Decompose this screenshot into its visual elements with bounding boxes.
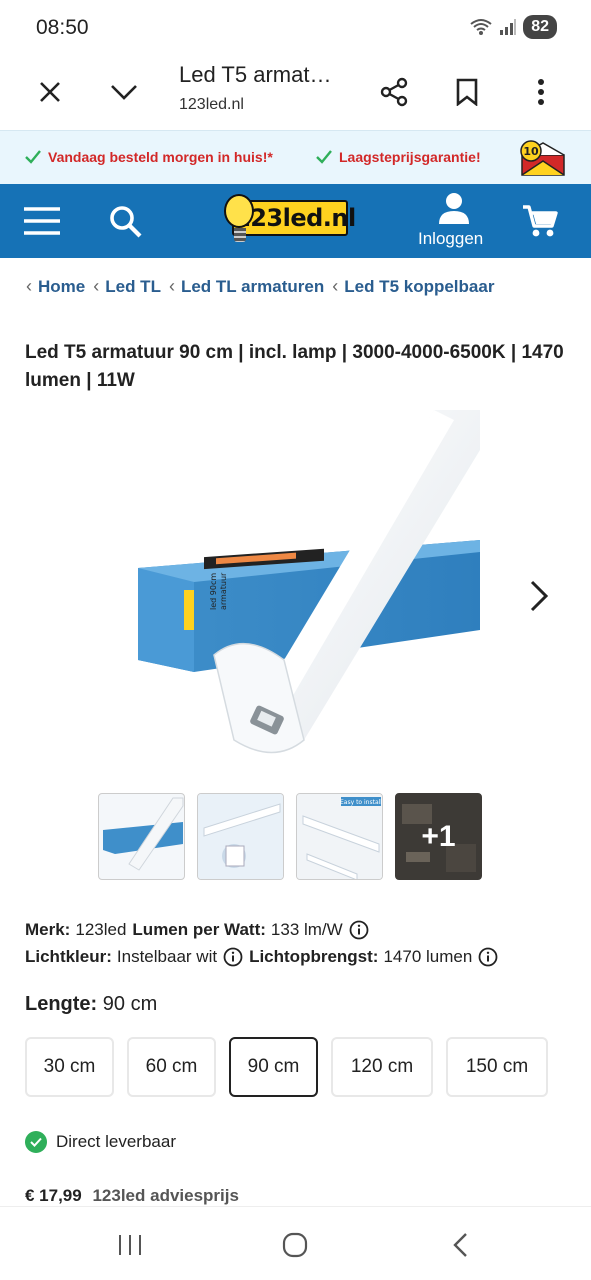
product-specs: Merk: 123led Lumen per Watt: 133 lm/W Li… <box>25 916 504 970</box>
chevron-left-icon: ‹ <box>93 276 100 296</box>
page-title: Led T5 armat… <box>179 62 332 87</box>
checkmark-icon <box>25 150 41 164</box>
chevron-left-icon: ‹ <box>332 276 339 296</box>
thumbnail-3[interactable]: Easy to install <box>296 793 383 880</box>
status-bar: 08:50 82 <box>0 0 591 56</box>
site-header: 123led.nl Inloggen <box>0 184 591 258</box>
login-link[interactable]: Inloggen <box>418 229 483 249</box>
spec-lpw-label: Lumen per Watt: <box>132 920 266 939</box>
user-icon[interactable] <box>436 190 472 226</box>
breadcrumb: ‹ Home ‹ Led TL ‹ Led TL armaturen ‹ Led T5 … <box>26 276 502 297</box>
system-navigation-bar <box>0 1206 591 1280</box>
spec-kleur-label: Lichtkleur: <box>25 947 112 966</box>
availability-status: Direct leverbaar <box>25 1131 176 1153</box>
price-line: € 17,99 123led adviesprijs <box>25 1186 239 1206</box>
product-title: Led T5 armatuur 90 cm | incl. lamp | 300… <box>25 342 564 391</box>
close-icon[interactable] <box>26 68 74 116</box>
status-icons: 82 <box>469 15 557 39</box>
promo-delivery-text: Vandaag besteld morgen in huis!* <box>48 149 273 165</box>
spec-opbrengst-label: Lichtopbrengst: <box>249 947 379 966</box>
length-label-text: Lengte: <box>25 993 98 1015</box>
status-time: 08:50 <box>36 16 89 39</box>
recent-apps-icon[interactable] <box>110 1227 150 1263</box>
breadcrumb-led-tl-armaturen[interactable]: ‹ Led TL armaturen <box>169 276 324 297</box>
chevron-left-icon: ‹ <box>168 276 175 296</box>
search-icon[interactable] <box>106 202 146 242</box>
rating-badge-number: 10 <box>523 145 539 158</box>
info-icon[interactable] <box>349 920 369 940</box>
thumbnail-image <box>198 794 283 879</box>
product-image[interactable]: led 90cm armatuur <box>134 410 480 780</box>
breadcrumb-home[interactable]: ‹ Home <box>26 276 85 297</box>
site-logo[interactable]: 123led.nl <box>224 194 356 256</box>
length-option-30cm[interactable]: 30 cm <box>25 1037 114 1097</box>
price-amount: € 17,99 <box>25 1186 82 1205</box>
length-option-150cm[interactable]: 150 cm <box>446 1037 548 1097</box>
spec-merk-label: Merk: <box>25 920 71 939</box>
spec-merk-value: 123led <box>75 920 127 939</box>
signal-icon <box>500 19 517 35</box>
page-url[interactable]: 123led.nl <box>179 96 244 114</box>
bookmark-icon[interactable] <box>443 68 491 116</box>
box-label-1: led 90cm <box>209 573 218 610</box>
cart-icon[interactable] <box>520 202 560 240</box>
breadcrumb-led-tl[interactable]: ‹ Led TL <box>93 276 161 297</box>
battery-indicator: 82 <box>523 15 557 39</box>
thumbnail-image: Easy to install <box>297 794 382 879</box>
spec-line-1: Merk: 123led Lumen per Watt: 133 lm/W <box>25 916 504 943</box>
check-circle-icon <box>25 1131 47 1153</box>
home-icon[interactable] <box>275 1227 315 1263</box>
chevron-down-icon[interactable] <box>100 68 148 116</box>
thumbnail-2[interactable] <box>197 793 284 880</box>
breadcrumb-label: Home <box>38 276 86 296</box>
breadcrumb-label: Led TL <box>105 276 161 296</box>
back-icon[interactable] <box>440 1227 480 1263</box>
thumbnail-gallery: Easy to install +1 <box>98 793 482 880</box>
spec-lpw-value: 133 lm/W <box>270 920 343 939</box>
wifi-icon <box>470 19 492 35</box>
box-label-2: armatuur <box>219 572 228 610</box>
thumbnail-more[interactable]: +1 <box>395 793 482 880</box>
length-option-60cm[interactable]: 60 cm <box>127 1037 216 1097</box>
breadcrumb-label: Led TL armaturen <box>180 276 325 296</box>
spec-opbrengst-value: 1470 lumen <box>383 947 473 966</box>
info-icon[interactable] <box>223 947 243 967</box>
breadcrumb-led-t5-koppelbaar[interactable]: ‹ Led T5 koppelbaar <box>332 276 494 297</box>
promo-banner: Vandaag besteld morgen in huis!* Laagste… <box>0 130 591 185</box>
thumbnail-1[interactable] <box>98 793 185 880</box>
more-options-icon[interactable] <box>517 68 565 116</box>
promo-price-guarantee-text: Laagsteprijsgarantie! <box>339 149 481 165</box>
share-icon[interactable] <box>370 68 418 116</box>
rating-badge-icon: 10 <box>520 140 565 176</box>
lightbulb-base <box>234 228 246 242</box>
chevron-left-icon: ‹ <box>26 276 32 296</box>
lightbulb-icon <box>224 194 254 228</box>
info-icon[interactable] <box>478 947 498 967</box>
price-advice-label: 123led adviesprijs <box>92 1186 239 1205</box>
length-option-120cm[interactable]: 120 cm <box>331 1037 433 1097</box>
promo-price-guarantee: Laagsteprijsgarantie! <box>315 149 481 165</box>
breadcrumb-label: Led T5 koppelbaar <box>344 276 495 296</box>
browser-toolbar: Led T5 armat… 123led.nl <box>0 56 591 130</box>
chevron-right-icon[interactable] <box>524 578 554 614</box>
checkmark-icon <box>316 150 332 164</box>
availability-text: Direct leverbaar <box>56 1132 176 1151</box>
spec-line-2: Lichtkleur: Instelbaar wit Lichtopbrengs… <box>25 943 504 970</box>
thumbnail-caption: Easy to install <box>340 799 382 806</box>
menu-icon[interactable] <box>20 202 64 240</box>
length-label: Lengte: 90 cm <box>25 993 157 1016</box>
promo-delivery: Vandaag besteld morgen in huis!* <box>24 149 273 165</box>
thumbnail-more-label: +1 <box>421 819 456 853</box>
length-option-90cm[interactable]: 90 cm <box>229 1037 318 1097</box>
spec-kleur-value: Instelbaar wit <box>116 947 218 966</box>
length-options: 30 cm 60 cm 90 cm 120 cm 150 cm <box>25 1037 548 1097</box>
thumbnail-image <box>103 797 184 871</box>
length-value: 90 cm <box>102 993 158 1015</box>
